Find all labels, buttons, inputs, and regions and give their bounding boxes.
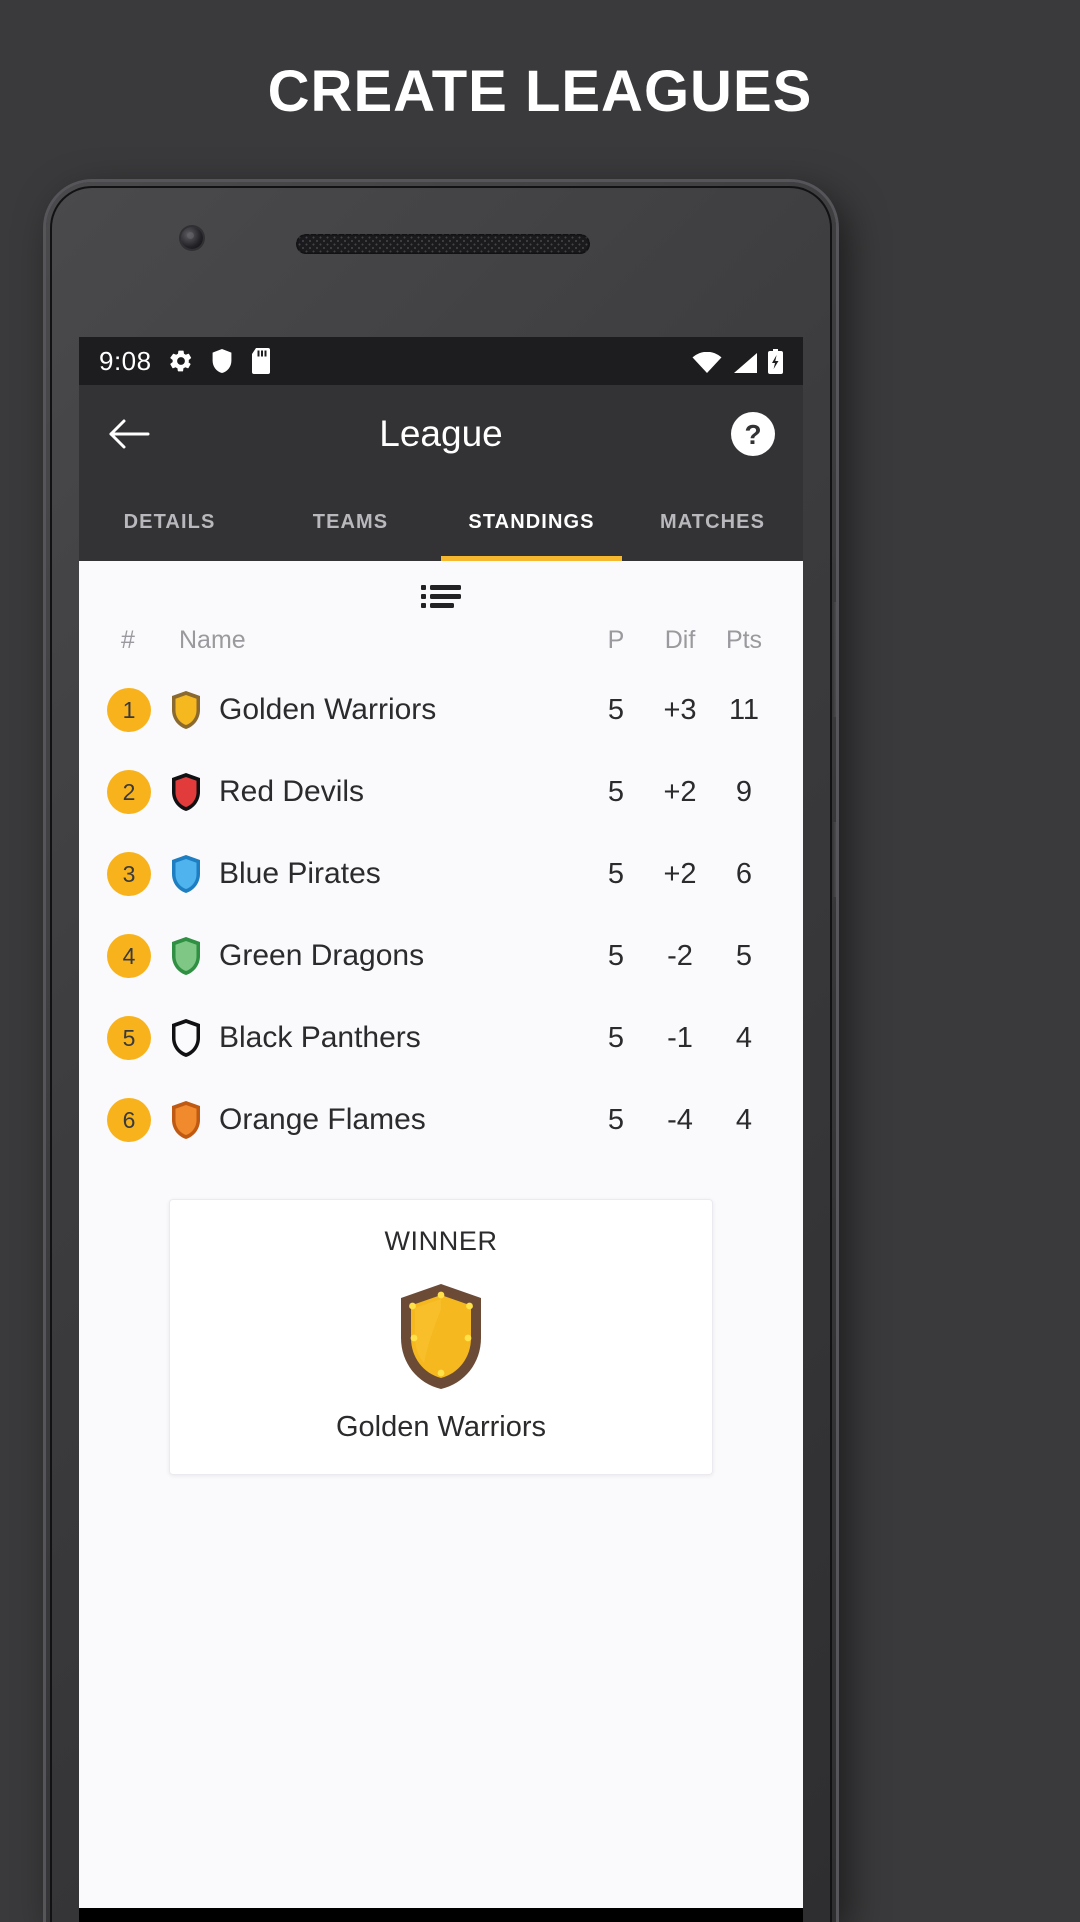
diff-cell: +2 bbox=[663, 775, 697, 808]
standings-content: # Name P Dif Pts 1 Golden Warriors 5 +3 … bbox=[79, 561, 803, 1922]
rank-badge: 3 bbox=[107, 852, 151, 896]
rank-badge: 4 bbox=[107, 934, 151, 978]
name-cell: Red Devils bbox=[169, 772, 585, 812]
tab-matches[interactable]: MATCHES bbox=[622, 483, 803, 561]
diff-cell: -2 bbox=[667, 939, 693, 972]
device-top-bezel bbox=[46, 182, 836, 337]
header-rank: # bbox=[121, 625, 135, 654]
phone-device-mockup: 9:08 League ? DETAILS TEAMS STANDINGS MA… bbox=[46, 182, 836, 1922]
standings-table: # Name P Dif Pts 1 Golden Warriors 5 +3 … bbox=[79, 617, 803, 1155]
list-toggle-wrap bbox=[79, 561, 803, 617]
team-name: Golden Warriors bbox=[219, 693, 437, 726]
table-row[interactable]: 3 Blue Pirates 5 +2 6 bbox=[107, 839, 775, 909]
wifi-icon bbox=[692, 351, 722, 374]
team-crest-icon bbox=[169, 936, 203, 976]
points-cell: 9 bbox=[735, 775, 753, 808]
rank-badge: 2 bbox=[107, 770, 151, 814]
diff-cell: -1 bbox=[667, 1021, 693, 1054]
diff-cell: -4 bbox=[667, 1103, 693, 1136]
rank-cell: 2 bbox=[107, 770, 169, 814]
rank-cell: 5 bbox=[107, 1016, 169, 1060]
winner-label: WINNER bbox=[384, 1226, 498, 1256]
back-button[interactable] bbox=[101, 406, 157, 462]
tab-details[interactable]: DETAILS bbox=[79, 483, 260, 561]
volume-button[interactable] bbox=[833, 602, 836, 717]
header-diff: Dif bbox=[664, 625, 696, 654]
sd-card-icon bbox=[250, 348, 272, 374]
cellular-signal-icon bbox=[732, 352, 758, 374]
rank-cell: 6 bbox=[107, 1098, 169, 1142]
tab-standings[interactable]: STANDINGS bbox=[441, 483, 622, 561]
points-cell: 4 bbox=[735, 1021, 753, 1054]
shield-icon bbox=[210, 348, 234, 374]
name-cell: Golden Warriors bbox=[169, 690, 585, 730]
winner-team-name: Golden Warriors bbox=[335, 1411, 547, 1443]
help-circle-icon: ? bbox=[729, 410, 777, 458]
page-title: CREATE LEAGUES bbox=[267, 59, 813, 124]
points-cell: 6 bbox=[735, 857, 753, 890]
app-bar: League ? bbox=[79, 385, 803, 483]
winner-badge-wrap bbox=[170, 1281, 712, 1389]
status-bar: 9:08 bbox=[79, 337, 803, 385]
team-name: Blue Pirates bbox=[219, 857, 381, 890]
team-crest-icon bbox=[169, 1100, 203, 1140]
points-cell: 4 bbox=[735, 1103, 753, 1136]
team-crest-icon bbox=[169, 772, 203, 812]
back-arrow-icon bbox=[107, 416, 151, 452]
header-played: P bbox=[607, 625, 625, 654]
points-cell: 11 bbox=[728, 693, 760, 726]
table-row[interactable]: 6 Orange Flames 5 -4 4 bbox=[107, 1085, 775, 1155]
team-name: Red Devils bbox=[219, 775, 365, 808]
gold-shield-icon bbox=[395, 1281, 487, 1389]
team-crest-icon bbox=[169, 1018, 203, 1058]
winner-card: WINNER Golden Warriors bbox=[169, 1199, 713, 1475]
played-cell: 5 bbox=[607, 857, 625, 890]
table-row[interactable]: 4 Green Dragons 5 -2 5 bbox=[107, 921, 775, 991]
name-cell: Black Panthers bbox=[169, 1018, 585, 1058]
status-bar-left: 9:08 bbox=[99, 346, 272, 377]
status-time: 9:08 bbox=[99, 345, 152, 376]
played-cell: 5 bbox=[607, 1103, 625, 1136]
name-cell: Blue Pirates bbox=[169, 854, 585, 894]
tab-bar: DETAILS TEAMS STANDINGS MATCHES bbox=[79, 483, 803, 561]
standings-table-header: # Name P Dif Pts bbox=[107, 617, 775, 663]
rank-cell: 4 bbox=[107, 934, 169, 978]
played-cell: 5 bbox=[607, 693, 625, 726]
played-cell: 5 bbox=[607, 775, 625, 808]
team-crest-icon bbox=[169, 854, 203, 894]
table-row[interactable]: 2 Red Devils 5 +2 9 bbox=[107, 757, 775, 827]
rank-badge: 5 bbox=[107, 1016, 151, 1060]
team-crest-icon bbox=[169, 690, 203, 730]
team-name: Green Dragons bbox=[219, 939, 425, 972]
header-points: Pts bbox=[725, 625, 763, 654]
points-cell: 5 bbox=[735, 939, 753, 972]
svg-text:?: ? bbox=[744, 419, 761, 450]
played-cell: 5 bbox=[607, 939, 625, 972]
diff-cell: +3 bbox=[663, 693, 697, 726]
team-name: Black Panthers bbox=[219, 1021, 421, 1054]
rank-cell: 1 bbox=[107, 688, 169, 732]
gear-icon bbox=[168, 348, 194, 374]
status-bar-right bbox=[692, 348, 783, 374]
name-cell: Green Dragons bbox=[169, 936, 585, 976]
played-cell: 5 bbox=[607, 1021, 625, 1054]
diff-cell: +2 bbox=[663, 857, 697, 890]
power-button[interactable] bbox=[833, 822, 836, 897]
list-view-icon[interactable] bbox=[421, 583, 461, 611]
table-row[interactable]: 1 Golden Warriors 5 +3 11 bbox=[107, 675, 775, 745]
front-camera-icon bbox=[181, 227, 203, 249]
header-name: Name bbox=[179, 625, 246, 654]
earpiece-speaker bbox=[296, 234, 590, 254]
rank-cell: 3 bbox=[107, 852, 169, 896]
battery-charging-icon bbox=[768, 348, 783, 374]
name-cell: Orange Flames bbox=[169, 1100, 585, 1140]
phone-screen: 9:08 League ? DETAILS TEAMS STANDINGS MA… bbox=[79, 337, 803, 1922]
team-name: Orange Flames bbox=[219, 1103, 426, 1136]
table-row[interactable]: 5 Black Panthers 5 -1 4 bbox=[107, 1003, 775, 1073]
help-button[interactable]: ? bbox=[725, 406, 781, 462]
rank-badge: 1 bbox=[107, 688, 151, 732]
app-bar-title: League bbox=[379, 413, 503, 454]
tab-teams[interactable]: TEAMS bbox=[260, 483, 441, 561]
rank-badge: 6 bbox=[107, 1098, 151, 1142]
